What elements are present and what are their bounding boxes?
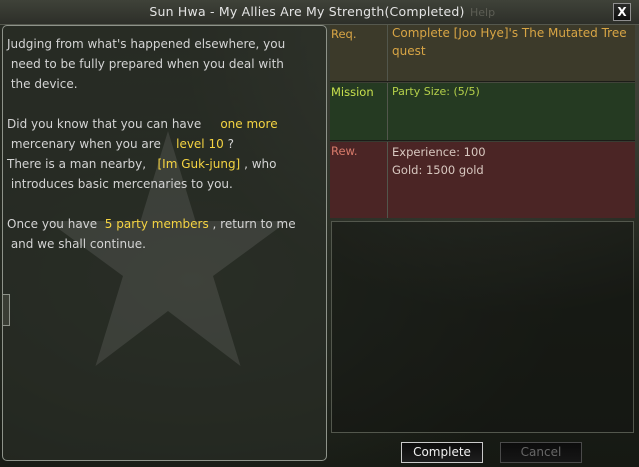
mission-label-cell: Mission [330,83,388,140]
dialogue-line: the device. [7,77,78,91]
mission-progress: Party Size: (5/5) [392,85,480,98]
dialogue-line: and we shall continue. [7,237,146,251]
dialogue-line: Judging from what's happened elsewhere, … [7,37,286,51]
dialogue-line: mercenary when you are level 10 ? [7,137,234,151]
complete-button[interactable]: Complete [401,442,483,463]
highlight-party-members: 5 party members [104,217,209,231]
background-help-text: Help [470,6,496,19]
dialogue-line: Did you know that you can have one more [7,117,278,131]
requirement-text: Complete [Joo Hye]'s The Mutated Tree [392,26,627,40]
dialogue-line: need to be fully prepared when you deal … [7,57,284,71]
mission-row: Mission Party Size: (5/5) [330,83,635,141]
close-button[interactable]: X [613,3,631,21]
dialogue-line: There is a man nearby, [Im Guk-jung] , w… [7,157,276,171]
highlight-one-more: one more [220,117,278,131]
mission-label: Mission [331,85,374,99]
highlight-npc-name: [Im Guk-jung] [157,157,241,171]
dialogue-text: There is a man nearby, [7,157,150,171]
window-title-bar[interactable]: Sun Hwa - My Allies Are My Strength(Comp… [0,0,639,25]
dialogue-text: , who [244,157,277,171]
dialogue-text: mercenary when you are [7,137,165,151]
reward-gold: Gold: 1500 gold [392,163,484,177]
reward-label-cell: Rew. [330,142,388,218]
dialogue-text: ? [227,137,234,151]
requirement-label: Req. [331,27,357,41]
reward-experience: Experience: 100 [392,145,486,159]
mission-value-cell: Party Size: (5/5) [388,83,635,140]
highlight-level: level 10 [176,137,224,151]
requirement-value-cell: Complete [Joo Hye]'s The Mutated Tree qu… [388,25,635,81]
reward-value-cell: Experience: 100 Gold: 1500 gold [388,142,635,218]
reward-label: Rew. [331,144,358,158]
cancel-button[interactable]: Cancel [500,442,582,463]
reward-row: Rew. Experience: 100 Gold: 1500 gold [330,142,635,218]
requirement-text: quest [392,44,426,58]
dialogue-line: introduces basic mercenaries to you. [7,177,233,191]
requirement-label-cell: Req. [330,25,388,81]
dialogue-line: Once you have 5 party members , return t… [7,217,296,231]
dialogue-text: Did you know that you can have [7,117,206,131]
quest-title: Sun Hwa - My Allies Are My Strength(Comp… [149,4,465,19]
requirement-row: Req. Complete [Joo Hye]'s The Mutated Tr… [330,25,635,82]
dialogue-text: Once you have [7,217,101,231]
reward-items-area[interactable] [331,221,634,433]
panel-edge-notch [3,294,10,326]
dialogue-text: , return to me [212,217,296,231]
